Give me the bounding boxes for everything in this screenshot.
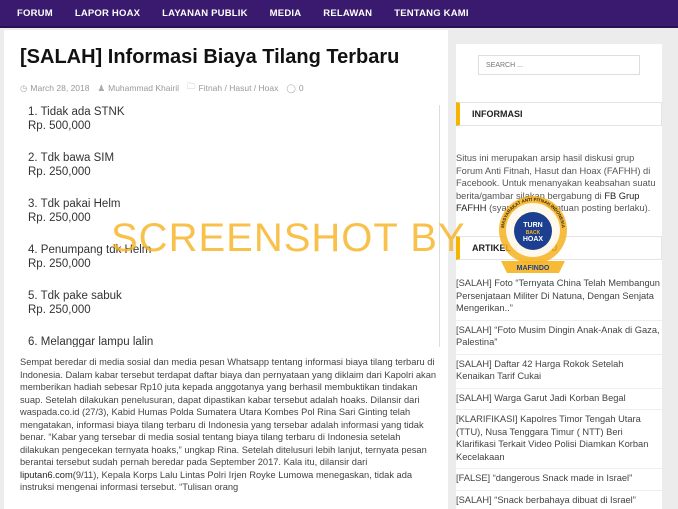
tarif-price: Rp. 250,000 <box>28 166 91 178</box>
user-icon: ♟ <box>97 82 106 93</box>
recent-article-link[interactable]: [SALAH] “Snack berbahaya dibuat di Israe… <box>456 491 662 509</box>
comment-icon: ◯ <box>286 82 296 93</box>
tarif-price: Rp. 250,000 <box>28 304 91 316</box>
category-link[interactable]: Fitnah / Hasut / Hoax <box>199 83 279 93</box>
tarif-item: 6. Melanggar lampu lalin <box>28 335 439 347</box>
comments-count[interactable]: 0 <box>299 83 304 93</box>
article-body: Sempat beredar di media sosial dan media… <box>20 356 442 494</box>
nav-lapor-hoax[interactable]: LAPOR HOAX <box>64 8 151 19</box>
body-text-part: (9/11), Kepala Korps Lalu Lintas Polri I… <box>20 469 413 493</box>
source-link[interactable]: liputan6.com <box>20 470 73 480</box>
tarif-item: 2. Tdk bawa SIM Rp. 250,000 <box>28 151 439 179</box>
recent-article-link[interactable]: [SALAH] Daftar 42 Harga Rokok Setelah Ke… <box>456 355 662 389</box>
tarif-label: 3. Tdk pakai Helm <box>28 198 121 210</box>
article-title: [SALAH] Informasi Biaya Tilang Terbaru <box>20 46 400 68</box>
folder-icon: 🗀 <box>187 81 196 91</box>
article-meta: ◷ March 28, 2018 ♟ Muhammad Khairil 🗀 Fi… <box>20 81 304 95</box>
nav-layanan-publik[interactable]: LAYANAN PUBLIK <box>151 8 259 19</box>
body-text-part: Sempat beredar di media sosial dan media… <box>20 357 437 467</box>
nav-media[interactable]: MEDIA <box>259 8 313 19</box>
nav-relawan[interactable]: RELAWAN <box>312 8 383 19</box>
recent-article-link[interactable]: [SALAH] Warga Garut Jadi Korban Begal <box>456 389 662 410</box>
article-date: ◷ March 28, 2018 <box>20 81 90 95</box>
tarif-label: 1. Tidak ada STNK <box>28 106 125 118</box>
tarif-label: 2. Tdk bawa SIM <box>28 152 115 164</box>
tarif-item: 1. Tidak ada STNK Rp. 500,000 <box>28 105 439 133</box>
search-input[interactable] <box>478 55 640 75</box>
watermark-text: SCREENSHOT BY <box>111 216 466 260</box>
top-navigation: FORUM LAPOR HOAX LAYANAN PUBLIK MEDIA RE… <box>0 0 678 28</box>
tarif-item: 5. Tdk pake sabuk Rp. 250,000 <box>28 289 439 317</box>
mafindo-seal-logo: MASYARAKAT ANTI FITNAH INDONESIA TURN BA… <box>499 196 567 273</box>
article-category[interactable]: 🗀 Fitnah / Hasut / Hoax <box>187 81 278 95</box>
recent-article-link[interactable]: [SALAH] “Foto Musim Dingin Anak-Anak di … <box>456 321 662 355</box>
nav-tentang-kami[interactable]: TENTANG KAMI <box>383 8 480 19</box>
recent-article-link[interactable]: [FALSE] “dangerous Snack made in Israel” <box>456 469 662 491</box>
article-author[interactable]: ♟ Muhammad Khairil <box>98 81 180 95</box>
seal-bottom-text: MAFINDO <box>517 265 550 272</box>
tarif-label: 6. Melanggar lampu lalin <box>28 336 154 347</box>
nav-forum[interactable]: FORUM <box>6 8 64 19</box>
article-comments[interactable]: ◯ 0 <box>286 81 303 95</box>
author-link[interactable]: Muhammad Khairil <box>108 83 179 93</box>
tarif-label: 5. Tdk pake sabuk <box>28 290 122 302</box>
recent-articles-list: [SALAH] Foto “Ternyata China Telah Memba… <box>456 274 662 509</box>
clock-icon: ◷ <box>20 82 28 93</box>
info-widget-heading: INFORMASI <box>456 102 662 126</box>
seal-line-1: TURN <box>523 222 542 229</box>
date-text: March 28, 2018 <box>30 83 90 93</box>
tarif-price: Rp. 500,000 <box>28 120 91 132</box>
recent-article-link[interactable]: [KLARIFIKASI] Kapolres Timor Tengah Utar… <box>456 410 662 469</box>
article-container: [SALAH] Informasi Biaya Tilang Terbaru ◷… <box>4 30 448 509</box>
seal-line-3: HOAX <box>523 236 544 243</box>
